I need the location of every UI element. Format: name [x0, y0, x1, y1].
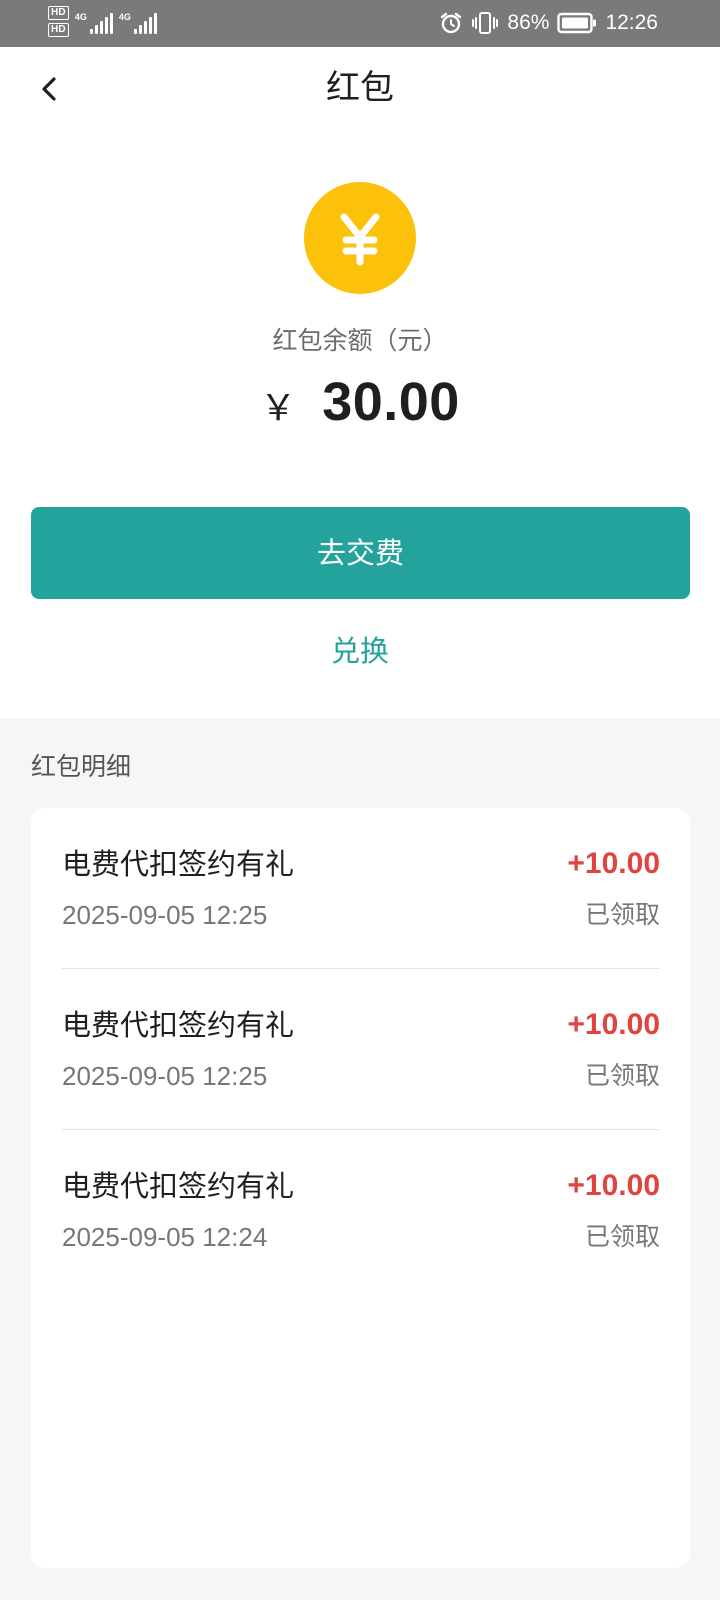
- record-time: 2025-09-05 12:25: [62, 900, 268, 930]
- hd-badge-sim2: HD: [48, 23, 69, 37]
- status-bar-left: HD HD 4G 4G: [48, 6, 157, 37]
- alarm-icon: [439, 11, 463, 35]
- balance-amount: 30.00: [322, 372, 460, 432]
- record-amount: +10.00: [567, 1169, 660, 1202]
- balance-section: 红包余额（元） ￥ 30.00 去交费 兑换: [0, 131, 720, 718]
- page-title: 红包: [326, 68, 394, 108]
- signal-icon: [89, 12, 113, 34]
- details-title: 红包明细: [31, 752, 132, 781]
- signal-icon: [133, 12, 157, 34]
- battery-icon: [557, 12, 597, 34]
- record-title: 电费代扣签约有礼: [62, 1169, 295, 1203]
- hd-badge-sim1: HD: [48, 6, 69, 20]
- list-item: 电费代扣签约有礼 +10.00 2025-09-05 12:24 已领取: [62, 1130, 660, 1291]
- record-amount: +10.00: [567, 847, 660, 880]
- list-item: 电费代扣签约有礼 +10.00 2025-09-05 12:25 已领取: [62, 969, 660, 1130]
- balance-row: ￥ 30.00: [0, 371, 720, 433]
- network-label-sim2: 4G: [118, 12, 131, 22]
- signal-sim1: 4G: [75, 6, 113, 34]
- list-item: 电费代扣签约有礼 +10.00 2025-09-05 12:25 已领取: [62, 808, 660, 969]
- yuan-coin-icon: [304, 182, 416, 294]
- vibrate-icon: [471, 11, 499, 35]
- record-status: 已领取: [584, 1061, 660, 1090]
- record-time: 2025-09-05 12:24: [62, 1222, 268, 1252]
- details-card: 电费代扣签约有礼 +10.00 2025-09-05 12:25 已领取 电费代…: [31, 808, 690, 1568]
- currency-symbol: ￥: [260, 387, 297, 428]
- clock: 12:26: [605, 11, 658, 34]
- status-bar-right: 86% 12:26: [439, 9, 658, 37]
- battery-percent: 86%: [507, 11, 550, 34]
- signal-sim2: 4G: [119, 6, 157, 34]
- record-status: 已领取: [584, 900, 660, 929]
- record-title: 电费代扣签约有礼: [62, 847, 295, 881]
- pay-button[interactable]: 去交费: [31, 507, 690, 599]
- status-bar: HD HD 4G 4G 86% 12:26: [0, 0, 720, 47]
- exchange-link[interactable]: 兑换: [0, 631, 720, 671]
- record-status: 已领取: [584, 1222, 660, 1251]
- record-title: 电费代扣签约有礼: [62, 1008, 295, 1042]
- hd-badges: HD HD: [48, 6, 69, 37]
- balance-label: 红包余额（元）: [272, 326, 448, 355]
- record-amount: +10.00: [567, 1008, 660, 1041]
- app-header: 红包: [0, 47, 720, 131]
- network-label-sim1: 4G: [74, 12, 87, 22]
- record-time: 2025-09-05 12:25: [62, 1061, 268, 1091]
